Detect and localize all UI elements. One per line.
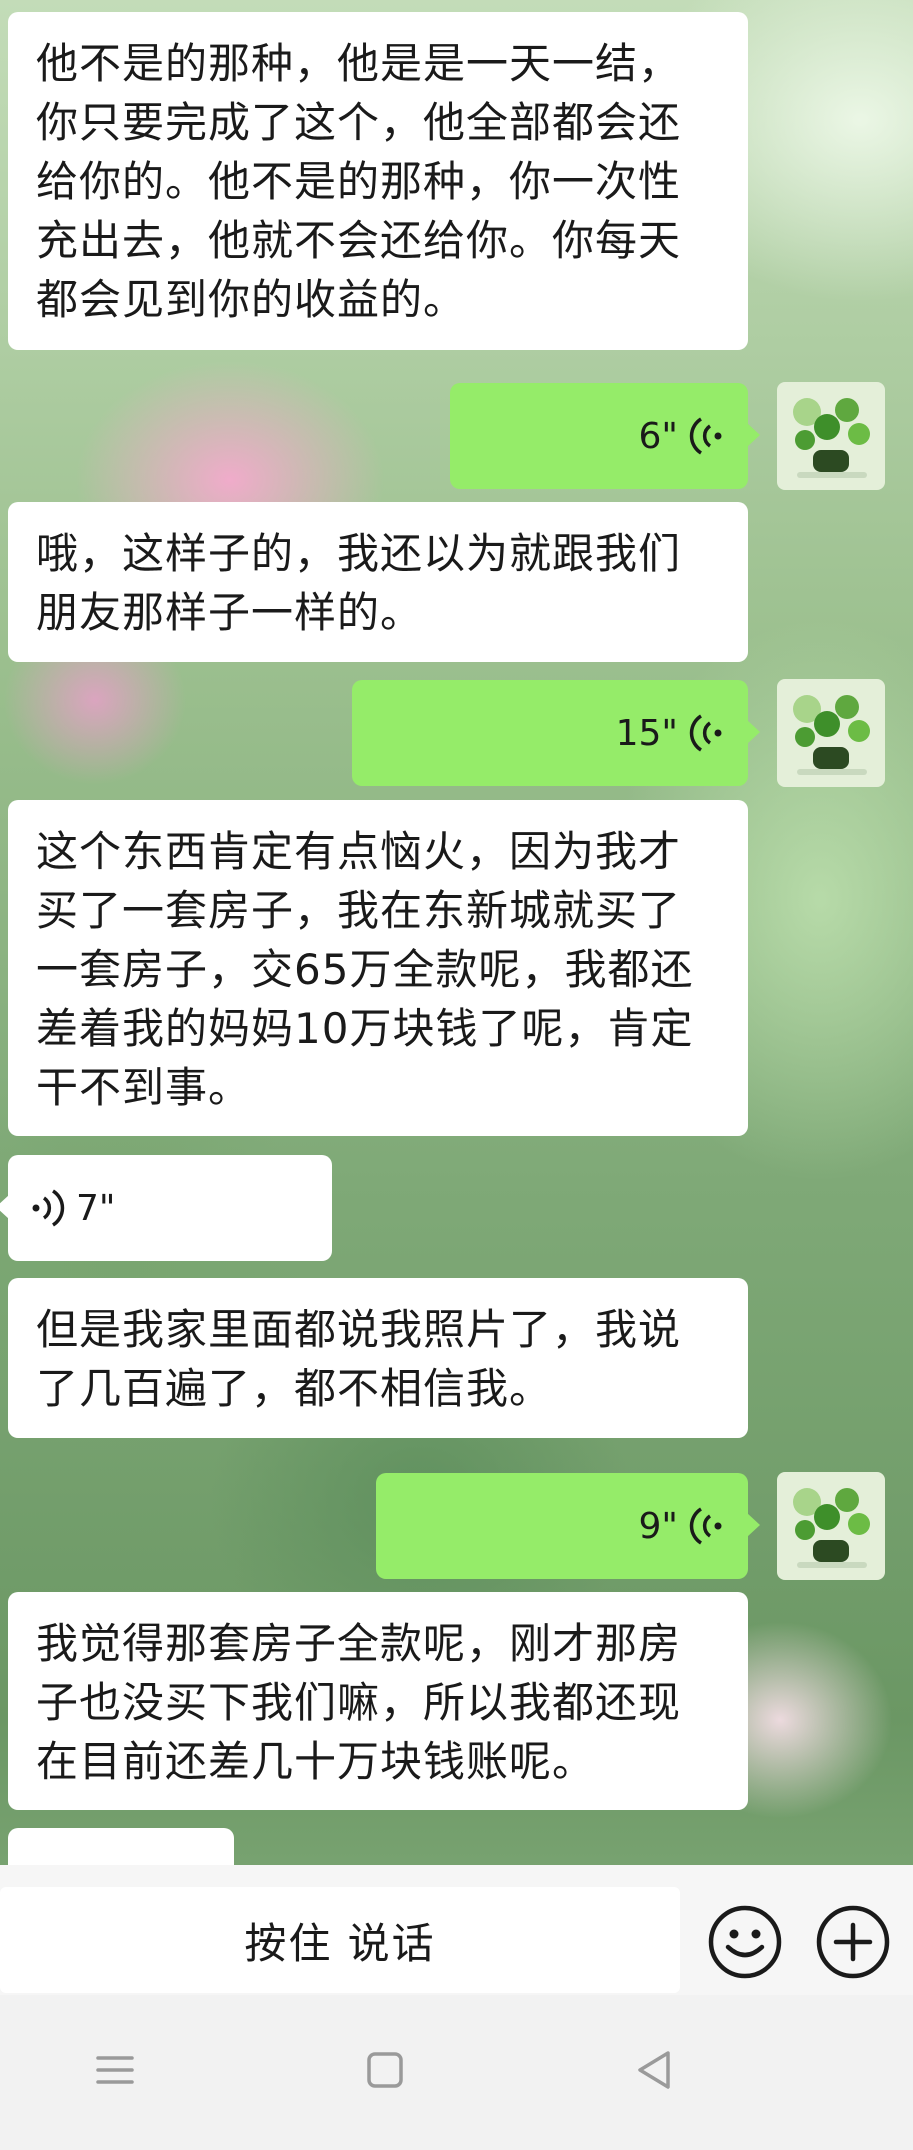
home-icon[interactable] bbox=[360, 2045, 410, 2095]
incoming-text-message[interactable]: 但是我家里面都说我照片了，我说了几百遍了，都不相信我。 bbox=[8, 1278, 748, 1438]
voice-duration: 9" bbox=[638, 1505, 678, 1547]
incoming-text-message[interactable]: 哦，这样子的，我还以为就跟我们朋友那样子一样的。 bbox=[8, 502, 748, 662]
hold-to-talk-label: 按住 说话 bbox=[244, 1918, 436, 1968]
back-icon[interactable] bbox=[630, 2045, 680, 2095]
user-avatar[interactable] bbox=[777, 382, 885, 490]
voice-wave-icon bbox=[689, 1507, 722, 1545]
incoming-text-message[interactable]: 他不是的那种，他是是一天一结，你只要完成了这个，他全部都会还给你的。他不是的那种… bbox=[8, 12, 748, 350]
input-bar: 按住 说话 bbox=[0, 1865, 913, 1995]
chat-screen: 他不是的那种，他是是一天一结，你只要完成了这个，他全部都会还给你的。他不是的那种… bbox=[0, 0, 913, 2150]
user-avatar[interactable] bbox=[777, 1472, 885, 1580]
incoming-message-partial[interactable] bbox=[8, 1828, 234, 1865]
incoming-text-message[interactable]: 我觉得那套房子全款呢，刚才那房子也没买下我们嘛，所以我都还现在目前还差几十万块钱… bbox=[8, 1592, 748, 1810]
voice-duration: 7" bbox=[76, 1187, 116, 1229]
message-list[interactable]: 他不是的那种，他是是一天一结，你只要完成了这个，他全部都会还给你的。他不是的那种… bbox=[0, 0, 913, 1865]
incoming-text-message[interactable]: 这个东西肯定有点恼火，因为我才买了一套房子，我在东新城就买了一套房子，交65万全… bbox=[8, 800, 748, 1136]
voice-duration: 6" bbox=[638, 415, 678, 457]
incoming-voice-message[interactable]: 7" bbox=[0, 1155, 332, 1261]
plus-icon[interactable] bbox=[816, 1905, 890, 1979]
outgoing-voice-message[interactable]: 9" bbox=[376, 1473, 760, 1579]
hold-to-talk-button[interactable]: 按住 说话 bbox=[0, 1887, 680, 1993]
voice-wave-icon bbox=[689, 714, 722, 752]
voice-wave-icon bbox=[32, 1189, 65, 1227]
outgoing-voice-message[interactable]: 6" bbox=[450, 383, 760, 489]
voice-duration: 15" bbox=[615, 712, 678, 754]
system-nav-bar bbox=[0, 1995, 913, 2150]
menu-icon[interactable] bbox=[90, 2045, 140, 2095]
voice-wave-icon bbox=[689, 417, 722, 455]
emoji-icon[interactable] bbox=[708, 1905, 782, 1979]
user-avatar[interactable] bbox=[777, 679, 885, 787]
outgoing-voice-message[interactable]: 15" bbox=[352, 680, 760, 786]
